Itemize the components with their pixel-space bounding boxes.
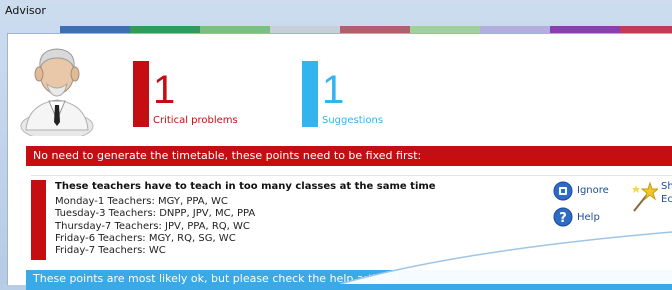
strip-segment xyxy=(410,26,480,33)
svg-text:?: ? xyxy=(559,211,567,226)
strip-segment xyxy=(340,26,410,33)
critical-banner: No need to generate the timetable, these… xyxy=(26,146,672,166)
window-title: Advisor xyxy=(5,4,46,17)
suggestions-label: Suggestions xyxy=(322,115,384,126)
problem-details: Monday-1 Teachers: MGY, PPA, WC Tuesday-… xyxy=(55,196,255,257)
problem-line: Monday-1 Teachers: MGY, PPA, WC xyxy=(55,196,228,207)
strip-segment xyxy=(270,26,340,33)
wizard-label-1: Sh xyxy=(661,181,672,192)
problem-line: Thursday-7 Teachers: JPV, PPA, RQ, WC xyxy=(55,220,250,232)
strip-segment xyxy=(550,26,620,33)
divider xyxy=(31,175,672,176)
strip-segment xyxy=(480,26,550,33)
advisor-avatar-icon xyxy=(20,48,94,136)
strip-segment xyxy=(620,26,672,33)
critical-bar xyxy=(133,61,149,127)
problem-line: Tuesday-3 Teachers: DNPP, JPV, MC, PPA xyxy=(55,208,256,220)
ignore-icon xyxy=(553,181,573,201)
suggestions-bar xyxy=(302,61,318,127)
strip-segment xyxy=(200,26,270,33)
problem-severity-bar xyxy=(31,180,46,260)
critical-label: Critical problems xyxy=(153,115,238,126)
problem-line: Friday-7 Teachers: WC xyxy=(55,245,166,257)
suggestion-banner: These points are most likely ok, but ple… xyxy=(26,270,672,290)
title-bar: Advisor xyxy=(0,0,672,33)
problem-line: Friday-6 Teachers: MGY, RQ, SG, WC xyxy=(55,232,236,244)
suggestions-count: 1 xyxy=(322,68,345,112)
magic-wand-icon xyxy=(632,181,658,212)
help-label: Help xyxy=(577,212,600,223)
critical-count: 1 xyxy=(153,68,176,112)
help-icon: ? xyxy=(553,207,573,227)
wizard-label-2: Ec xyxy=(661,194,672,205)
advisor-window: Advisor 1 Critical problems 1 Suggestion… xyxy=(0,0,672,290)
title-color-strip xyxy=(60,26,672,33)
strip-segment xyxy=(130,26,200,33)
strip-segment xyxy=(60,26,130,33)
problem-title: These teachers have to teach in too many… xyxy=(55,181,436,192)
ignore-label: Ignore xyxy=(577,185,609,196)
